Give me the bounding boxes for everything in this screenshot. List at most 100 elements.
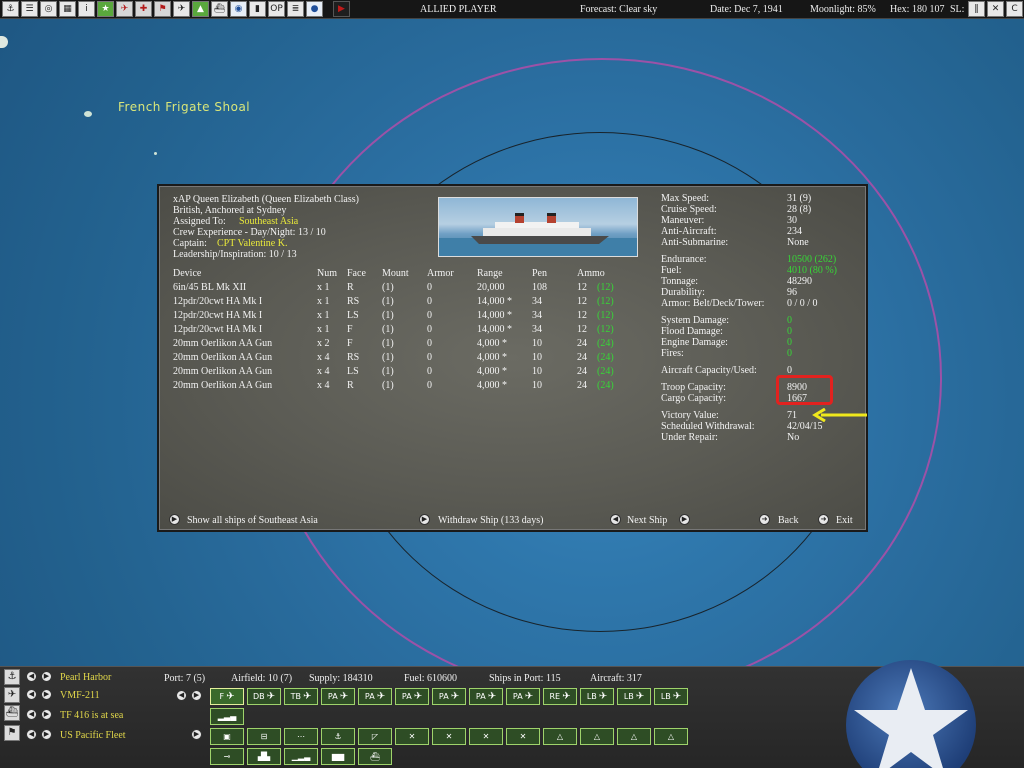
air-slot[interactable]: PA ✈ [321,688,355,705]
info-icon[interactable]: i [78,1,95,17]
prev-unit-icon[interactable]: ◀ [26,689,37,700]
ground-slot-8[interactable]: ✕ [469,728,503,745]
air-slot[interactable]: PA ✈ [395,688,429,705]
target-icon[interactable]: ◎ [40,1,57,17]
withdraw-button[interactable]: Withdraw Ship (133 days) [438,515,543,526]
next-group-icon[interactable]: ▶ [191,690,202,701]
ground-slot-10[interactable]: △ [543,728,577,745]
exit-button-icon[interactable]: ➜ [818,514,829,525]
chart-icon[interactable]: ▲ [192,1,209,17]
back-button[interactable]: Back [778,515,799,526]
list-icon[interactable]: ☰ [21,1,38,17]
prev-base-icon[interactable]: ◀ [26,671,37,682]
next-ship-button[interactable]: Next Ship [627,515,667,526]
ship-slot[interactable]: ▂▃▄ [210,708,244,725]
next-hq-icon[interactable]: ▶ [41,729,52,740]
ground-slot-4[interactable]: ⚓ [321,728,355,745]
prev-tf-icon[interactable]: ◀ [26,709,37,720]
ground-slot-6[interactable]: ✕ [395,728,429,745]
flag-icon[interactable]: ⚑ [4,725,20,741]
captain-value[interactable]: CPT Valentine K. [217,238,287,249]
globe-icon[interactable]: ◉ [230,1,247,17]
ground-slot-13[interactable]: △ [654,728,688,745]
ground-slot-2[interactable]: ⊟ [247,728,281,745]
unit-slot-2[interactable]: ▟▙ [247,748,281,765]
fuel-stat: Fuel: 610600 [404,673,458,684]
air-slot[interactable]: PA ✈ [506,688,540,705]
plane-red-2-icon[interactable]: ✚ [135,1,152,17]
ground-slot-5[interactable]: ◸ [358,728,392,745]
plane-icon[interactable]: ✈ [173,1,190,17]
base-marker[interactable] [84,111,92,117]
ground-slot-1[interactable]: ▣ [210,728,244,745]
supply-stat: Supply: 184310 [309,673,373,684]
op-icon[interactable]: OP [268,1,285,17]
taskforce-label[interactable]: TF 416 is at sea [60,710,123,721]
weapon-ammo-reserve: (24) [597,338,614,349]
ground-slot-11[interactable]: △ [580,728,614,745]
prev-group-icon[interactable]: ◀ [176,690,187,701]
air-slot[interactable]: LB ✈ [580,688,614,705]
play-icon[interactable]: ▶ [333,1,350,17]
show-all-button[interactable]: Show all ships of Southeast Asia [187,515,318,526]
close-icon[interactable]: ✕ [987,1,1004,17]
grid-icon[interactable]: ▦ [59,1,76,17]
stat-label: Victory Value: [661,410,719,421]
next-ship-icon[interactable]: ▶ [679,514,690,525]
prev-ship-icon[interactable]: ◀ [610,514,621,525]
prev-hq-icon[interactable]: ◀ [26,729,37,740]
air-slot[interactable]: RE ✈ [543,688,577,705]
weapon-num: x 1 [317,282,330,293]
next-base-icon[interactable]: ▶ [41,671,52,682]
ship-icon[interactable]: ⛴ [211,1,228,17]
next-unit-icon[interactable]: ▶ [41,689,52,700]
circle-icon[interactable]: ● [306,1,323,17]
exit-button[interactable]: Exit [836,515,853,526]
air-slot[interactable]: LB ✈ [617,688,651,705]
bars-icon[interactable]: ▮ [249,1,266,17]
air-slot[interactable]: TB ✈ [284,688,318,705]
show-all-button-icon[interactable]: ▶ [169,514,180,525]
hq-go-icon[interactable]: ▶ [191,729,202,740]
plane-red-icon[interactable]: ✈ [116,1,133,17]
hq-label[interactable]: US Pacific Fleet [60,730,126,741]
ground-slot-9[interactable]: ✕ [506,728,540,745]
air-slot-label: LB [623,692,634,701]
next-tf-icon[interactable]: ▶ [41,709,52,720]
weapon-ammo-reserve: (12) [597,324,614,335]
ship-icon[interactable]: ⛴ [4,705,20,721]
air-slot[interactable]: DB ✈ [247,688,281,705]
air-slot[interactable]: F ✈ [210,688,244,705]
player-label: ALLIED PLAYER [420,4,497,15]
ground-slot-12[interactable]: △ [617,728,651,745]
air-unit-label[interactable]: VMF-211 [60,690,100,701]
minimize-icon[interactable]: ‖ [968,1,985,17]
air-slot[interactable]: PA ✈ [358,688,392,705]
air-slot[interactable]: PA ✈ [469,688,503,705]
unit-slot-5[interactable]: ⛴ [358,748,392,765]
weapon-num: x 1 [317,296,330,307]
plane-icon[interactable]: ✈ [4,687,20,703]
ground-slot-7[interactable]: ✕ [432,728,466,745]
list-2-icon[interactable]: ≣ [287,1,304,17]
anchor-icon[interactable]: ⚓ [4,669,20,685]
anchor-icon[interactable]: ⚓ [2,1,19,17]
back-button-icon[interactable]: ➜ [759,514,770,525]
unit-slot-1[interactable]: ⊸ [210,748,244,765]
withdraw-button-icon[interactable]: ▶ [419,514,430,525]
weapon-ammo-reserve: (24) [597,380,614,391]
assigned-value[interactable]: Southeast Asia [239,216,298,227]
settings-icon[interactable]: C [1006,1,1023,17]
air-slot[interactable]: LB ✈ [654,688,688,705]
flag-icon[interactable]: ⚑ [154,1,171,17]
header-ammo: Ammo [577,268,605,279]
stat-label: Armor: Belt/Deck/Tower: [661,298,765,309]
captain-label: Captain: [173,238,207,249]
unit-slot-3[interactable]: ▁▂▃ [284,748,318,765]
base-label[interactable]: Pearl Harbor [60,672,111,683]
air-slot[interactable]: PA ✈ [432,688,466,705]
star-icon[interactable]: ★ [97,1,114,17]
header-device: Device [173,268,202,279]
ground-slot-3[interactable]: ⋯ [284,728,318,745]
unit-slot-4[interactable]: ▆▆ [321,748,355,765]
